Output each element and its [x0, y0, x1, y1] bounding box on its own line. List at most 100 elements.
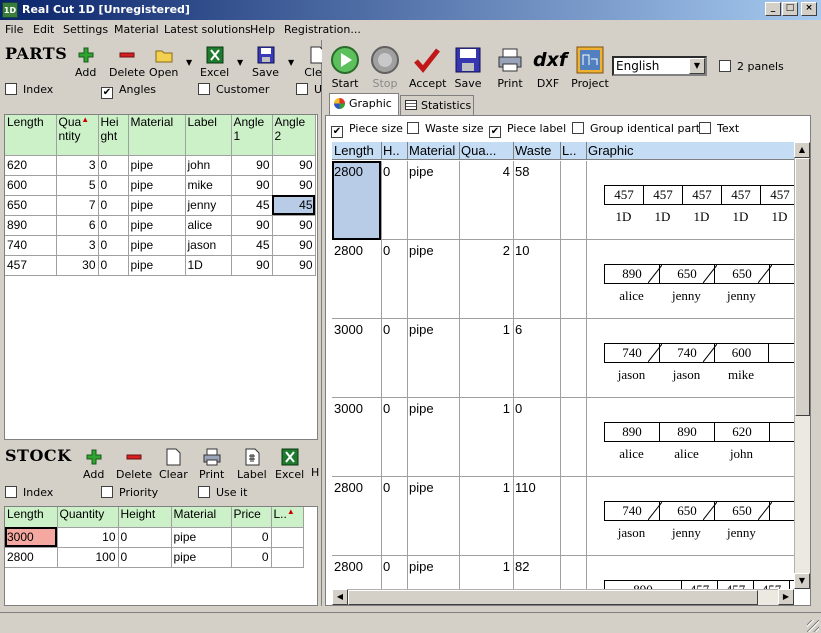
stock-column-header[interactable]: Height	[118, 507, 172, 528]
cutting-bar[interactable]: 890 650 650	[604, 264, 795, 284]
result-cell[interactable]: 3000	[334, 401, 363, 416]
piece[interactable]: 457	[605, 186, 644, 204]
table-cell[interactable]: pipe	[128, 155, 186, 176]
table-cell[interactable]: 890	[5, 215, 57, 236]
result-row[interactable]: 2800 0 pipe 4 58 1D 1D 1D 1D 1D 457 457 457 457 457	[332, 161, 795, 240]
result-cell[interactable]: 1	[461, 480, 510, 495]
table-cell[interactable]: 0	[98, 255, 129, 276]
stock-grid[interactable]: Length Quantity Height Material Price L..▲ 30…	[4, 506, 318, 606]
table-cell[interactable]: 0	[118, 527, 172, 548]
table-row[interactable]: 457 30 0 pipe 1D 90 90	[5, 255, 316, 276]
excel-dropdown-icon[interactable]: ▼	[237, 58, 243, 67]
result-cell[interactable]: 4	[461, 164, 510, 179]
group-identical-parts-checkbox[interactable]: Group identical parts	[572, 122, 706, 135]
stock-print-button[interactable]: Print	[199, 448, 224, 481]
results-column-header[interactable]: Material	[409, 143, 460, 158]
result-cell[interactable]: 0	[383, 243, 390, 258]
table-row[interactable]: 620 3 0 pipe john 90 90	[5, 155, 316, 176]
result-cell[interactable]: 1	[461, 401, 510, 416]
result-cell[interactable]: 2800	[334, 559, 363, 574]
table-row[interactable]: 2800 100 0 pipe 0	[5, 547, 304, 568]
stock-label-button[interactable]: Label	[237, 448, 267, 481]
table-cell[interactable]: 45	[272, 195, 316, 216]
result-cell[interactable]: pipe	[409, 243, 434, 258]
minimize-button[interactable]: _	[765, 2, 781, 16]
result-row[interactable]: 2800 0 pipe 2 10 alice jenny jenny 890 650 650	[332, 240, 795, 319]
parts-clear-button[interactable]: Cle	[304, 46, 322, 79]
stock-column-header[interactable]: Material	[171, 507, 232, 528]
hscroll-thumb[interactable]	[348, 590, 758, 605]
table-cell[interactable]: pipe	[171, 527, 232, 548]
table-cell[interactable]: john	[185, 155, 232, 176]
parts-angles-checkbox[interactable]: ✔ Angles	[101, 83, 156, 99]
table-cell[interactable]: 0	[231, 527, 272, 548]
results-column-header[interactable]: Qua...	[461, 143, 514, 158]
table-cell[interactable]: pipe	[171, 547, 232, 568]
stock-column-header[interactable]: Quantity	[57, 507, 119, 528]
table-cell[interactable]: 100	[57, 547, 119, 568]
table-cell[interactable]: 6	[56, 215, 99, 236]
menu-file[interactable]: File	[5, 23, 23, 36]
text-checkbox[interactable]: Text	[699, 122, 739, 135]
menu-help[interactable]: Help	[250, 23, 275, 36]
table-cell[interactable]: 90	[231, 175, 273, 196]
table-cell[interactable]: jenny	[185, 195, 232, 216]
stock-delete-button[interactable]: Delete	[116, 448, 152, 481]
table-cell[interactable]: 45	[231, 195, 273, 216]
table-cell[interactable]	[271, 547, 304, 568]
chevron-down-icon[interactable]: ▼	[689, 58, 705, 74]
stock-column-header[interactable]: L..▲	[271, 507, 304, 528]
table-cell[interactable]: 600	[5, 175, 57, 196]
open-dropdown-icon[interactable]: ▼	[186, 58, 192, 67]
results-column-header[interactable]: L..	[562, 143, 587, 158]
table-cell[interactable]: mike	[185, 175, 232, 196]
tab-statistics[interactable]: Statistics	[400, 95, 474, 115]
menu-material[interactable]: Material	[114, 23, 159, 36]
table-row[interactable]: 890 6 0 pipe alice 90 90	[5, 215, 316, 236]
table-cell[interactable]: 457	[5, 255, 57, 276]
result-cell[interactable]: 2	[461, 243, 510, 258]
parts-u-checkbox[interactable]: U	[296, 83, 322, 96]
vertical-scrollbar[interactable]: ▲ ▼	[794, 142, 810, 589]
scroll-right-icon[interactable]: ▶	[778, 589, 794, 605]
stop-button[interactable]: Stop	[369, 45, 401, 90]
table-cell[interactable]: 0	[98, 195, 129, 216]
cutting-bar[interactable]: 890 890 620	[604, 422, 795, 442]
result-cell[interactable]: 110	[515, 480, 536, 495]
table-cell[interactable]: 90	[272, 155, 316, 176]
parts-column-header[interactable]: Label	[185, 115, 232, 156]
table-cell[interactable]: 0	[118, 547, 172, 568]
horizontal-scrollbar[interactable]: ◀ ▶	[332, 589, 794, 605]
cutting-bar[interactable]: 457 457 457 457 457	[604, 185, 795, 205]
results-column-header[interactable]: H..	[383, 143, 408, 158]
result-cell[interactable]: 0	[383, 164, 390, 179]
table-cell[interactable]	[271, 527, 304, 548]
table-row[interactable]: 650 7 0 pipe jenny 45 45	[5, 195, 316, 216]
table-cell[interactable]: 90	[272, 255, 316, 276]
piece[interactable]: 457	[754, 581, 790, 589]
waste-size-checkbox[interactable]: Waste size	[407, 122, 484, 135]
parts-column-header[interactable]: Material	[128, 115, 186, 156]
parts-column-header[interactable]: Hei ght	[98, 115, 129, 156]
result-row[interactable]: 3000 0 pipe 1 0 alice alice john 890 890 620	[332, 398, 795, 477]
parts-column-header[interactable]: Angle 1	[231, 115, 273, 156]
piece[interactable]: 457	[644, 186, 683, 204]
piece[interactable]: 457	[761, 186, 795, 204]
piece[interactable]: 620	[715, 423, 770, 441]
result-cell[interactable]: 3000	[334, 322, 363, 337]
cutting-bar[interactable]: 740 650 650	[604, 501, 795, 521]
piece[interactable]: 457	[682, 581, 718, 589]
table-cell[interactable]: jason	[185, 235, 232, 256]
tab-graphic[interactable]: Graphic	[329, 93, 399, 115]
results-column-header[interactable]: Waste	[515, 143, 561, 158]
result-cell[interactable]: pipe	[409, 401, 434, 416]
table-cell[interactable]: 0	[98, 155, 129, 176]
table-cell[interactable]: 90	[231, 255, 273, 276]
scroll-left-icon[interactable]: ◀	[332, 589, 348, 605]
result-cell[interactable]: 2800	[334, 164, 363, 179]
menu-edit[interactable]: Edit	[33, 23, 54, 36]
result-cell[interactable]: pipe	[409, 480, 434, 495]
table-cell[interactable]: 650	[5, 195, 57, 216]
scroll-up-icon[interactable]: ▲	[794, 142, 810, 158]
title-bar[interactable]: 1D Real Cut 1D [Unregistered] _ □ ×	[0, 0, 821, 20]
